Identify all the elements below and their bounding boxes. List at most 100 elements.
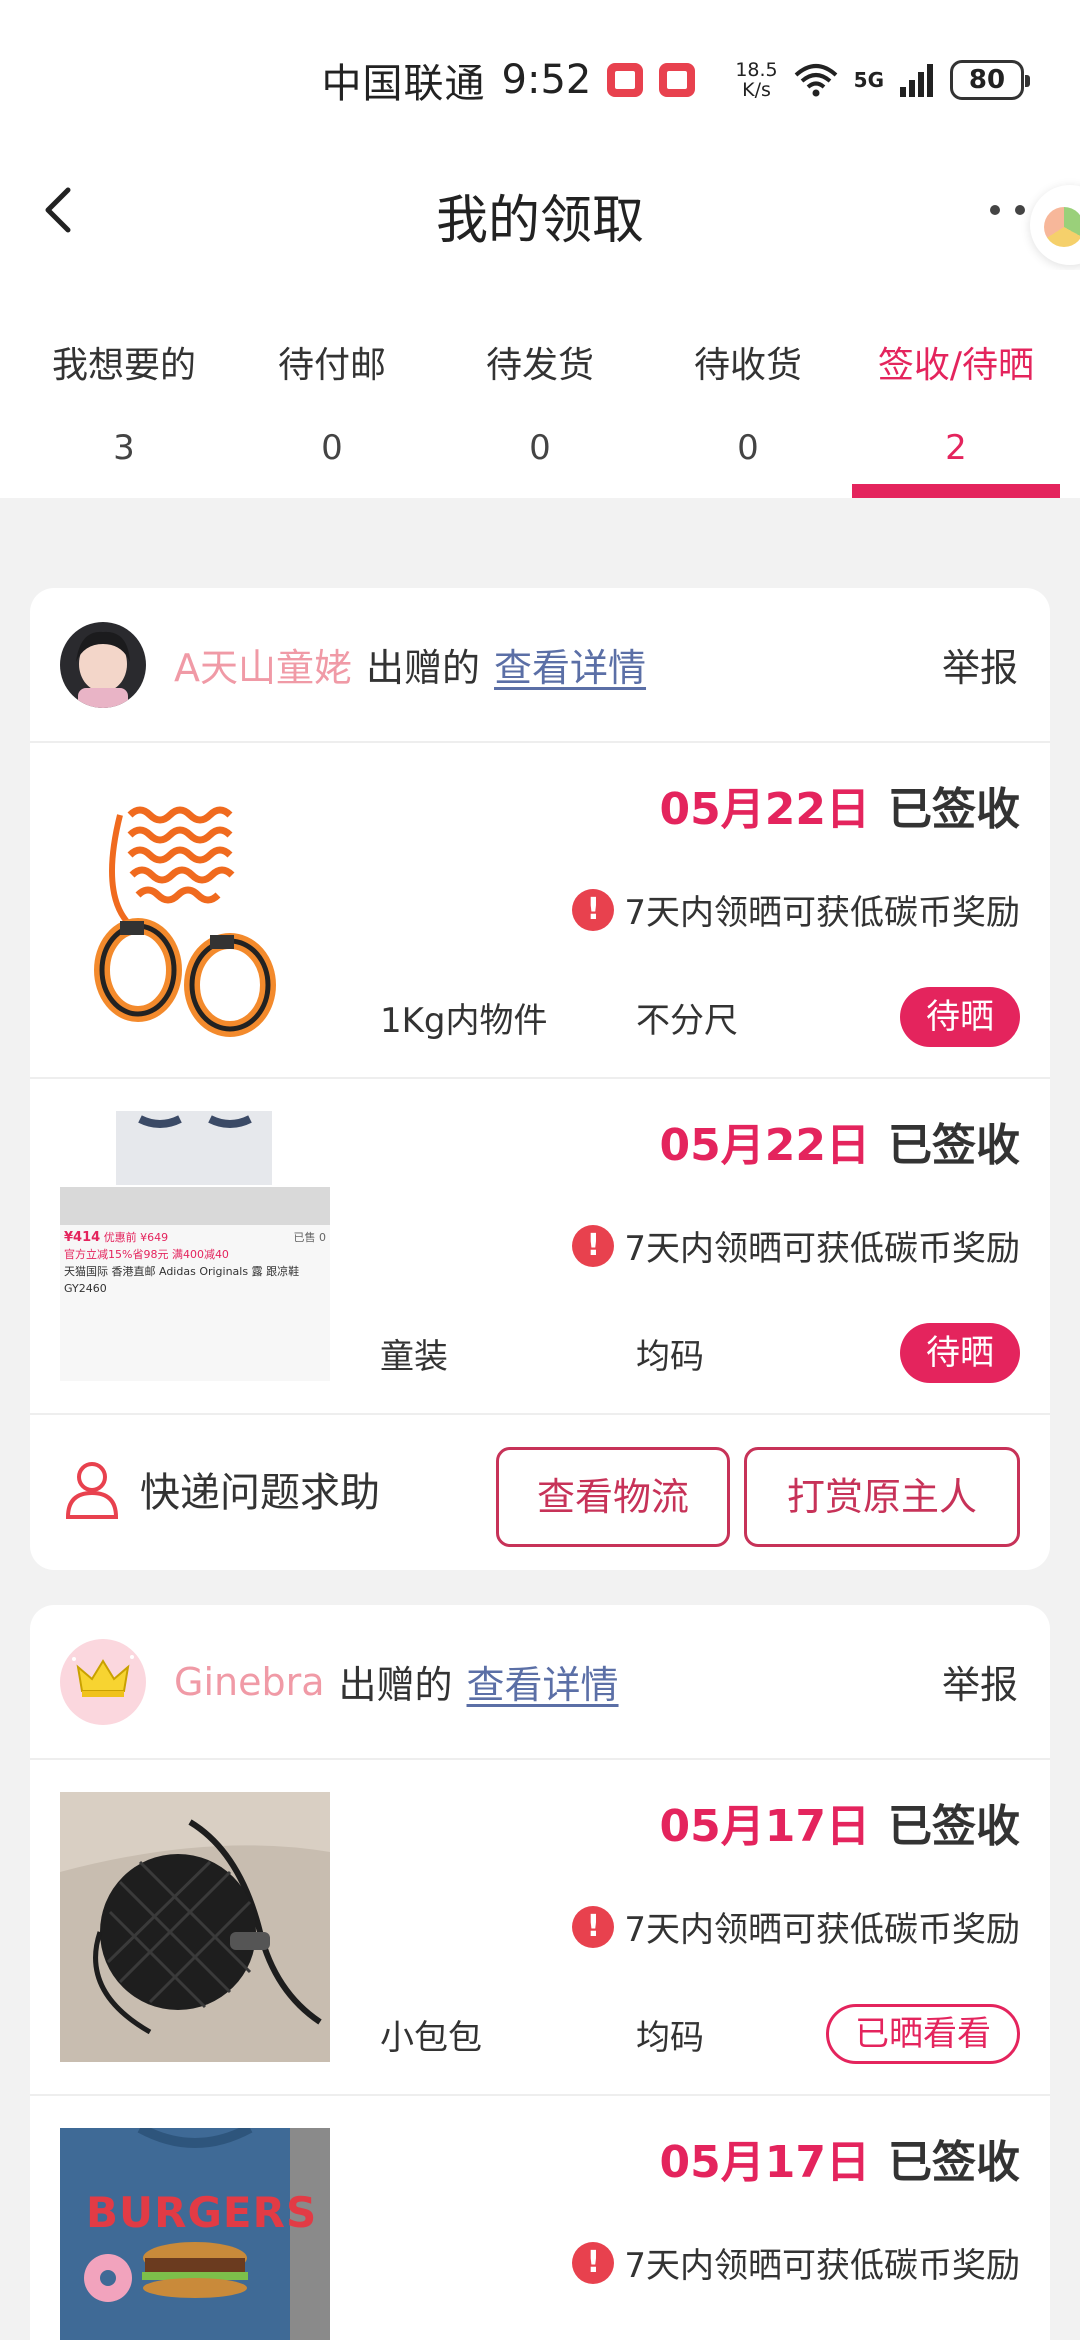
reward-tip-text: 7天内领晒可获低碳币奖励 [624,893,1020,933]
signed-date: 05月22日 已签收 [660,773,1020,837]
view-details-link[interactable]: 查看详情 [494,637,646,692]
signed-status: 已签收 [888,2137,1020,2188]
card-header: Ginebra 出赠的 查看详情 举报 [30,1605,1050,1760]
item-size: 不分尺 [636,1001,738,1041]
exclamation-icon: ! [572,1905,615,1948]
tab-count: 0 [321,428,343,468]
listing-promo: 官方立减15%省98元 满400减40 [64,1248,229,1261]
reward-tip: ! 7天内领晒可获低碳币奖励 [572,2238,1020,2287]
date-value: 05月17日 [659,1801,870,1852]
delivery-help-button[interactable]: 快递问题求助 [64,1459,380,1519]
tab-count: 2 [945,428,967,468]
item-photo[interactable] [60,1792,330,2062]
pending-share-button[interactable]: 待晒 [900,987,1020,1047]
delivery-help-label: 快递问题求助 [140,1470,380,1516]
gift-label: 出赠的 [366,646,481,690]
wifi-icon [794,64,837,97]
item-photo[interactable] [60,775,330,1045]
donor-name[interactable]: Ginebra [174,1660,325,1704]
view-logistics-button[interactable]: 查看物流 [496,1447,730,1547]
gift-item[interactable]: ¥414 优惠前 ¥649 已售 0 官方立减15%省98元 满400减40 天… [30,1079,1050,1415]
page-title: 我的领取 [435,191,644,251]
reward-tip-text: 7天内领晒可获低碳币奖励 [624,2246,1020,2286]
network-type: 5G [853,68,884,92]
date-value: 05月22日 [659,1120,870,1171]
signed-date: 05月17日 已签收 [660,2126,1020,2190]
gift-item[interactable]: BURGERS 05月17日 已签收 ! 7天内领晒可获低碳币奖励 [30,2096,1050,2340]
tab-label: 待发货 [485,345,594,386]
tab-pending-postage[interactable]: 待付邮 0 [228,270,436,498]
tab-pending-shipment[interactable]: 待发货 0 [436,270,644,498]
item-size: 均码 [636,2018,704,2058]
exclamation-icon: ! [572,2241,615,2284]
tab-signed-to-share[interactable]: 签收/待晒 2 [852,270,1060,498]
signed-status: 已签收 [888,1120,1020,1171]
report-button[interactable]: 举报 [942,1654,1018,1709]
clock: 9:52 [501,57,592,103]
pending-share-button[interactable]: 待晒 [900,1323,1020,1383]
item-category: 童装 [380,1337,448,1377]
gift-item[interactable]: 05月17日 已签收 ! 7天内领晒可获低碳币奖励 小包包 均码 已晒看看 [30,1760,1050,2096]
view-shared-button[interactable]: 已晒看看 [826,2004,1020,2064]
avatar-image [60,621,146,708]
black-bag-image [60,1792,330,2062]
gift-card: A天山童姥 出赠的 查看详情 举报 05月22日 已签收 ! 7天内领晒可获低碳… [30,588,1050,1570]
reward-tip-text: 7天内领晒可获低碳币奖励 [624,1229,1020,1269]
crown-avatar-image [60,1638,146,1725]
tshirt-print-text: BURGERS [86,2188,318,2237]
report-button[interactable]: 举报 [942,637,1018,692]
speed-value: 18.5 [735,59,778,81]
status-bar: 中国联通 9:52 18.5 K/s 5G 80 [0,0,1080,150]
signed-date: 05月17日 已签收 [660,1790,1020,1854]
carrier-label: 中国联通 [321,61,486,107]
item-photo[interactable]: ¥414 优惠前 ¥649 已售 0 官方立减15%省98元 满400减40 天… [60,1111,330,1381]
donor-name[interactable]: A天山童姥 [174,637,352,692]
signed-status: 已签收 [888,1801,1020,1852]
gift-card: Ginebra 出赠的 查看详情 举报 05月17日 已签收 ! 7天内领晒可获… [30,1605,1050,2340]
book-app-icon [607,63,644,97]
person-icon [65,1462,119,1519]
tip-original-owner-button[interactable]: 打赏原主人 [744,1447,1020,1547]
card-footer: 快递问题求助 查看物流 打赏原主人 [30,1415,1050,1570]
listing-original-price: 优惠前 ¥649 [103,1231,169,1244]
donor-avatar[interactable] [60,1638,146,1725]
reward-tip: ! 7天内领晒可获低碳币奖励 [572,1221,1020,1270]
exclamation-icon: ! [572,888,615,931]
listing-sold: 已售 0 [293,1231,327,1244]
item-size: 均码 [636,1337,704,1377]
listing-price: ¥414 [64,1230,101,1245]
date-value: 05月22日 [659,784,870,835]
gift-item[interactable]: 05月22日 已签收 ! 7天内领晒可获低碳币奖励 1Kg内物件 不分尺 待晒 [30,743,1050,1079]
item-category: 小包包 [380,2018,482,2058]
gift-label: 出赠的 [338,1663,453,1707]
tab-pending-receipt[interactable]: 待收货 0 [644,270,852,498]
listing-title: 天猫国际 香港直邮 Adidas Originals 露 跟凉鞋 GY2460 [64,1265,300,1295]
book-app-icon-2 [659,63,696,97]
signed-date: 05月22日 已签收 [660,1109,1020,1173]
active-tab-indicator [852,484,1060,498]
nav-bar: 我的领取 [0,150,1080,270]
exclamation-icon: ! [572,1224,615,1267]
more-dot-icon [1015,205,1025,215]
battery-icon: 80 [950,60,1030,100]
reward-tip: ! 7天内领晒可获低碳币奖励 [572,1902,1020,1951]
more-dot-icon [990,205,1000,215]
tab-count: 0 [529,428,551,468]
signed-status: 已签收 [888,784,1020,835]
anti-lost-leash-image [60,775,330,1045]
listing-text: ¥414 优惠前 ¥649 已售 0 官方立减15%省98元 满400减40 天… [64,1229,326,1297]
item-photo[interactable]: BURGERS [60,2128,330,2340]
view-details-link[interactable]: 查看详情 [467,1654,619,1709]
card-header: A天山童姥 出赠的 查看详情 举报 [30,588,1050,743]
speed-unit: K/s [742,79,771,101]
tab-wanted[interactable]: 我想要的 3 [20,270,228,498]
tab-label: 待付邮 [277,345,386,386]
tab-label: 我想要的 [51,345,196,386]
signal-icon [900,64,933,97]
item-category: 1Kg内物件 [380,1001,548,1041]
reward-tip: ! 7天内领晒可获低碳币奖励 [572,885,1020,934]
tab-label: 签收/待晒 [877,345,1035,386]
tab-label: 待收货 [693,345,802,386]
donor-avatar[interactable] [60,621,146,708]
reward-tip-text: 7天内领晒可获低碳币奖励 [624,1910,1020,1950]
